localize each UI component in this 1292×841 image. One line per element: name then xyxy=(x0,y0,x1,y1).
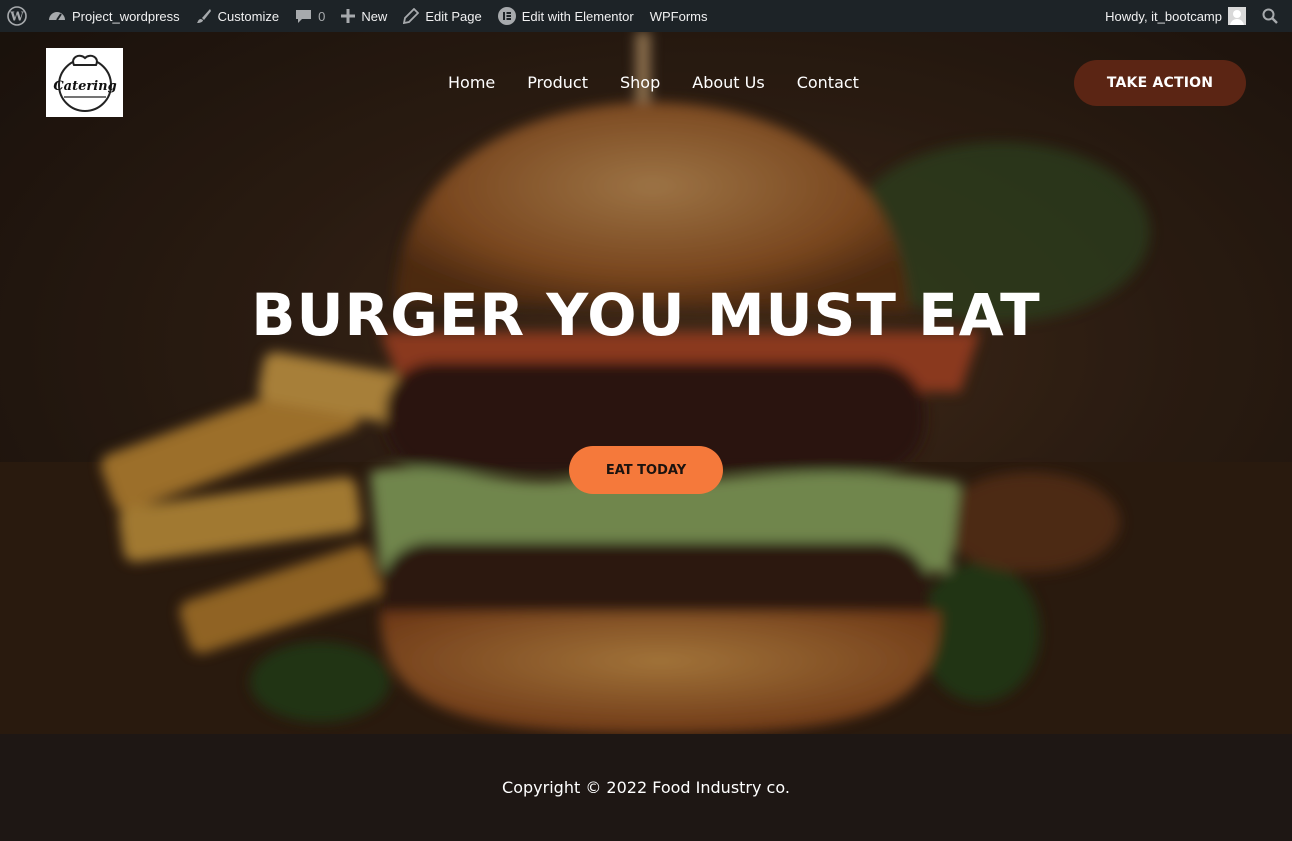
wordpress-logo-icon[interactable]: W xyxy=(0,0,40,32)
take-action-button[interactable]: TAKE ACTION xyxy=(1074,60,1246,106)
main-navigation: Home Product Shop About Us Contact xyxy=(432,71,875,95)
site-logo[interactable]: Catering xyxy=(46,48,123,117)
brush-icon xyxy=(196,9,211,23)
wpforms-label: WPForms xyxy=(649,8,708,24)
new-label: New xyxy=(361,8,388,24)
comments-link[interactable]: 0 xyxy=(287,0,333,32)
hero-headline: BURGER YOU MUST EAT xyxy=(251,281,1041,349)
customize-link[interactable]: Customize xyxy=(188,0,287,32)
howdy-label: Howdy, it_bootcamp xyxy=(1105,8,1222,24)
nav-about-us[interactable]: About Us xyxy=(676,71,780,95)
edit-with-elementor-link[interactable]: Edit with Elementor xyxy=(490,0,642,32)
elementor-icon xyxy=(497,7,516,25)
plus-icon xyxy=(341,9,356,23)
site-name-label: Project_wordpress xyxy=(72,8,180,24)
site-name-menu[interactable]: Project_wordpress xyxy=(40,0,188,32)
comments-count: 0 xyxy=(318,8,326,24)
wpforms-link[interactable]: WPForms xyxy=(642,0,716,32)
logo-text: Catering xyxy=(53,79,116,94)
edit-elementor-label: Edit with Elementor xyxy=(521,8,634,24)
catering-logo-icon: Catering xyxy=(53,54,116,112)
nav-shop[interactable]: Shop xyxy=(604,71,676,95)
dashboard-icon xyxy=(49,12,65,21)
admin-bar: W Project_wordpress Customize 0 New Edit… xyxy=(0,0,1292,32)
site-footer: Copyright © 2022 Food Industry co. xyxy=(0,734,1292,841)
edit-page-label: Edit Page xyxy=(425,8,482,24)
pencil-icon xyxy=(403,8,420,24)
account-menu[interactable]: Howdy, it_bootcamp xyxy=(1097,0,1254,32)
nav-product[interactable]: Product xyxy=(511,71,604,95)
search-icon xyxy=(1262,8,1278,24)
eat-today-button[interactable]: EAT TODAY xyxy=(569,446,723,494)
admin-search-button[interactable] xyxy=(1254,0,1292,32)
customize-label: Customize xyxy=(217,8,280,24)
hero-overlay xyxy=(0,32,1292,734)
nav-contact[interactable]: Contact xyxy=(781,71,875,95)
hero-section: Catering Home Product Shop About Us Cont… xyxy=(0,32,1292,734)
avatar xyxy=(1228,7,1246,25)
nav-home[interactable]: Home xyxy=(432,71,511,95)
svg-text:W: W xyxy=(9,10,24,24)
copyright-text: Copyright © 2022 Food Industry co. xyxy=(502,778,790,797)
comment-icon xyxy=(296,10,312,23)
edit-page-link[interactable]: Edit Page xyxy=(395,0,489,32)
new-content-menu[interactable]: New xyxy=(333,0,395,32)
